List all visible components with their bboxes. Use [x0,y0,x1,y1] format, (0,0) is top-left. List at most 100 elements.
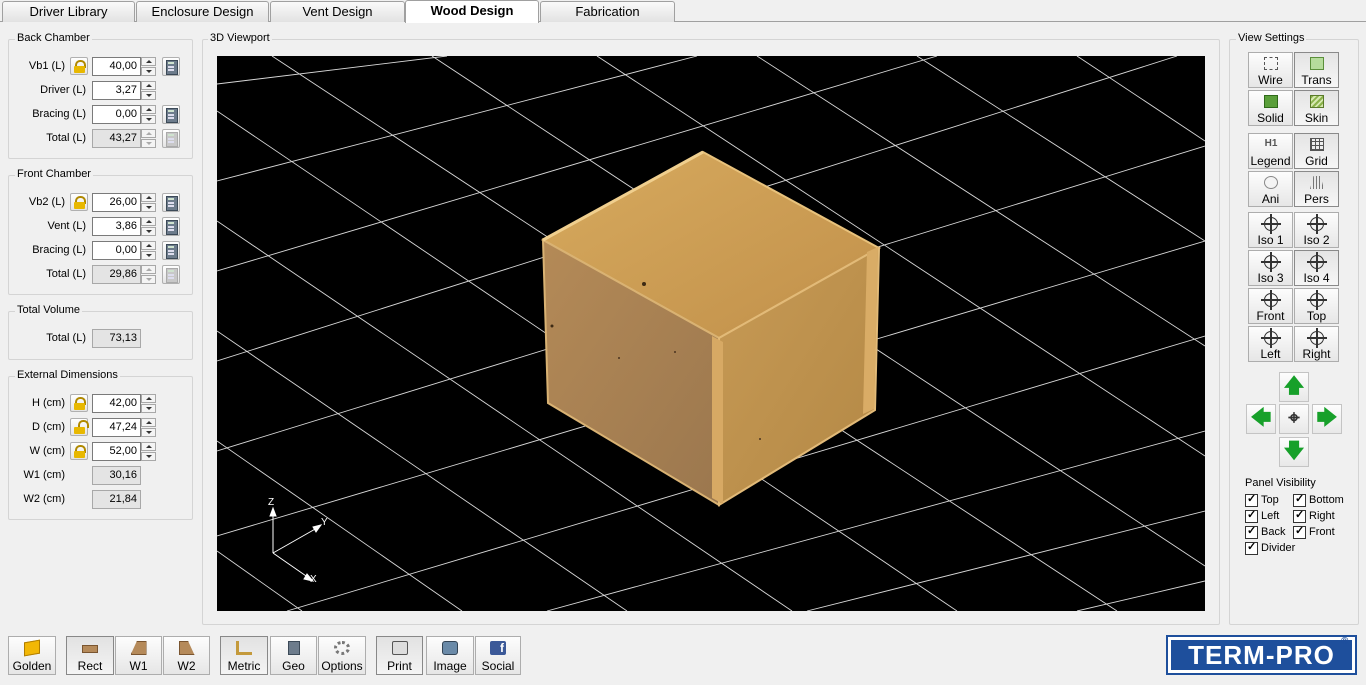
view-iso-1-button[interactable]: Iso 1 [1248,212,1293,248]
calculator-icon[interactable] [162,57,180,76]
calculator-icon [162,129,180,148]
back-bracing-spinner[interactable] [141,105,156,124]
calculator-icon[interactable] [162,105,180,124]
front-total-spinner [141,265,156,284]
visibility-left-checkbox[interactable]: Left [1245,509,1279,523]
tab-fabrication[interactable]: Fabrication [540,1,675,22]
metric-button[interactable]: Metric [220,636,268,675]
w2-label: W2 (cm) [23,493,65,505]
toolbar-button-label: W2 [177,659,196,673]
lock-icon[interactable] [70,193,88,211]
w2-button[interactable]: W2 [163,636,210,675]
axis-z-label: Z [268,497,274,508]
axis-y-label: Y [321,517,328,528]
view-button-label: Top [1306,309,1327,323]
width-spinner[interactable] [141,442,156,461]
tab-enclosure-design[interactable]: Enclosure Design [136,1,269,22]
iso1-icon [1261,214,1281,234]
back-bracing-input[interactable]: 0,00 [92,105,141,124]
depth-spinner[interactable] [141,418,156,437]
front-bracing-input[interactable]: 0,00 [92,241,141,260]
view-skin-button[interactable]: Skin [1294,90,1339,126]
print-button[interactable]: Print [376,636,423,675]
view-front-button[interactable]: Front [1248,288,1293,324]
image-button[interactable]: Image [426,636,474,675]
lock-icon[interactable] [70,394,88,412]
width-label: W (cm) [29,445,65,457]
w2-value: 21,84 [92,490,141,509]
view-left-button[interactable]: Left [1248,326,1293,362]
view-iso-3-button[interactable]: Iso 3 [1248,250,1293,286]
toolbar-button-label: Metric [227,659,261,673]
view-button-label: Legend [1250,154,1291,168]
pan-down-button[interactable]: 🡇 [1279,437,1309,467]
geo-button[interactable]: Geo [270,636,317,675]
center-view-button[interactable]: ⌖ [1279,404,1309,434]
height-spinner[interactable] [141,394,156,413]
pan-up-button[interactable]: 🡅 [1279,372,1309,402]
view-ani-button[interactable]: Ani [1248,171,1293,207]
driver-volume-spinner[interactable] [141,81,156,100]
tab-driver-library[interactable]: Driver Library [2,1,135,22]
view-solid-button[interactable]: Solid [1248,90,1293,126]
vent-label: Vent (L) [47,220,86,232]
view-button-label: Grid [1305,154,1328,168]
wire-icon [1264,57,1278,70]
toolbar-button-label: W1 [129,659,148,673]
view-pers-button[interactable]: Pers [1294,171,1339,207]
visibility-divider-checkbox[interactable]: Divider [1245,541,1295,555]
tab-wood-design[interactable]: Wood Design [405,0,539,23]
vent-volume-input[interactable]: 3,86 [92,217,141,236]
options-button[interactable]: Options [318,636,366,675]
visibility-front-checkbox[interactable]: Front [1293,525,1335,539]
view-iso-4-button[interactable]: Iso 4 [1294,250,1339,286]
pan-left-button[interactable]: 🡄 [1246,404,1276,434]
total-volume-value: 73,13 [92,329,141,348]
driver-volume-input[interactable]: 3,27 [92,81,141,100]
view-trans-button[interactable]: Trans [1294,52,1339,88]
height-input[interactable]: 42,00 [92,394,141,413]
calculator-icon[interactable] [162,241,180,260]
unlock-icon[interactable] [70,418,89,436]
vb1-spinner[interactable] [141,57,156,76]
view-iso-2-button[interactable]: Iso 2 [1294,212,1339,248]
w1-button[interactable]: W1 [115,636,162,675]
tab-vent-design[interactable]: Vent Design [270,1,405,22]
calculator-icon[interactable] [162,193,180,212]
lock-icon[interactable] [70,442,88,460]
calculator-icon[interactable] [162,217,180,236]
lock-icon[interactable] [70,57,88,75]
calculator-icon [287,641,300,655]
logo-text: TERM-PRO [1171,640,1352,670]
toolbar-button-label: Social [481,659,515,673]
view-grid-button[interactable]: Grid [1294,133,1339,169]
toolbar-button-label: Image [433,659,467,673]
vb1-input[interactable]: 40,00 [92,57,141,76]
front-chamber-title: Front Chamber [15,168,93,180]
visibility-top-checkbox[interactable]: Top [1245,493,1279,507]
view-right-button[interactable]: Right [1294,326,1339,362]
view-top-button[interactable]: Top [1294,288,1339,324]
view-wire-button[interactable]: Wire [1248,52,1293,88]
visibility-right-checkbox[interactable]: Right [1293,509,1335,523]
front-bracing-spinner[interactable] [141,241,156,260]
depth-input[interactable]: 47,24 [92,418,141,437]
view-legend-button[interactable]: H1 Legend [1248,133,1293,169]
viewport-title: 3D Viewport [208,32,272,44]
golden-button[interactable]: Golden [8,636,56,675]
width-input[interactable]: 52,00 [92,442,141,461]
visibility-back-checkbox[interactable]: Back [1245,525,1285,539]
rect-button[interactable]: Rect [66,636,114,675]
visibility-bottom-checkbox[interactable]: Bottom [1293,493,1344,507]
w2-shape-icon [178,641,195,655]
view-button-label: Front [1256,309,1285,323]
registered-mark: ® [1341,636,1349,647]
vb2-input[interactable]: 26,00 [92,193,141,212]
social-button[interactable]: f Social [475,636,521,675]
panel-visibility-title: Panel Visibility [1245,477,1316,489]
iso2-icon [1307,214,1327,234]
vb2-spinner[interactable] [141,193,156,212]
3d-viewport-canvas[interactable]: Z Y X [217,56,1205,611]
vent-volume-spinner[interactable] [141,217,156,236]
pan-right-button[interactable]: 🡆 [1312,404,1342,434]
